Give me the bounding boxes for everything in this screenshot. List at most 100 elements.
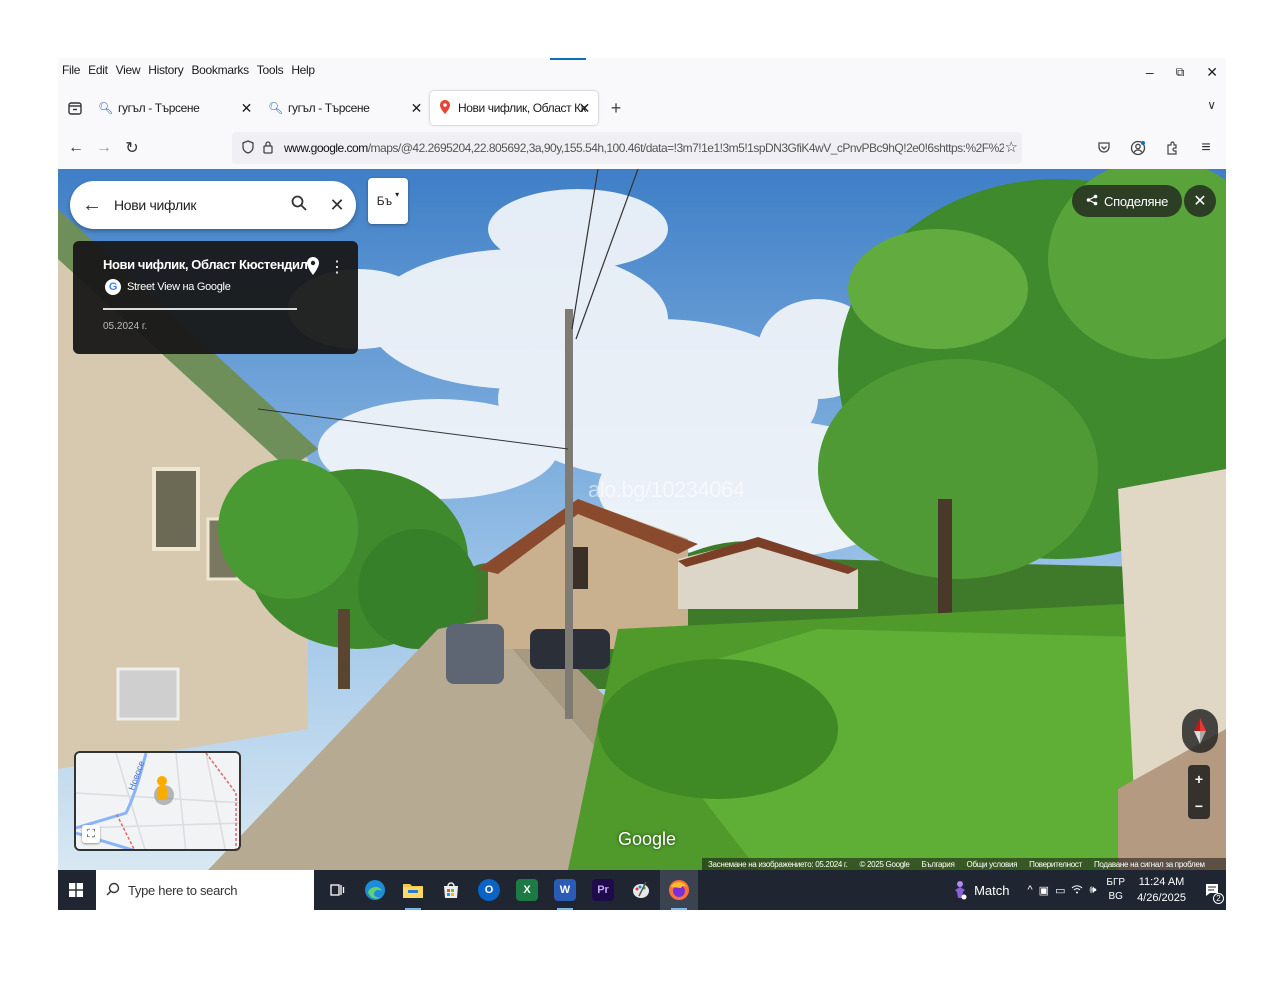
clear-search-icon[interactable]: ✕ — [318, 195, 356, 216]
lock-icon[interactable] — [258, 140, 278, 157]
search-icon: 🔍︎ — [98, 101, 113, 115]
taskbar-app-word[interactable]: W — [546, 870, 584, 910]
language-button[interactable]: Бъ ▾ — [368, 178, 408, 224]
zoom-in-button[interactable]: + — [1195, 771, 1203, 787]
attribution-country[interactable]: България — [922, 860, 955, 869]
taskbar-app-outlook[interactable]: O — [470, 870, 508, 910]
toolbar-right: ≡ — [1090, 134, 1220, 162]
attribution-privacy-link[interactable]: Поверителност — [1029, 860, 1082, 869]
compass-icon — [1194, 718, 1206, 744]
taskbar-app-excel[interactable]: X — [508, 870, 546, 910]
expand-map-icon[interactable]: ⛶ — [82, 825, 100, 843]
tab-close-icon[interactable]: ✕ — [579, 100, 591, 117]
taskbar-app-file-explorer[interactable] — [394, 870, 432, 910]
divider — [103, 308, 297, 310]
street-view-panorama[interactable]: ← Нови чифлик ✕ Бъ ▾ Нови чифлик, Област… — [58, 169, 1226, 870]
menu-history[interactable]: History — [144, 63, 187, 77]
close-window-button[interactable]: ✕ — [1206, 64, 1218, 81]
menu-bookmarks[interactable]: Bookmarks — [187, 63, 252, 77]
edge-icon — [365, 880, 385, 900]
share-button[interactable]: Споделяне — [1072, 185, 1183, 217]
account-icon[interactable] — [1124, 134, 1152, 162]
back-arrow-icon[interactable]: ← — [70, 194, 114, 217]
more-options-icon[interactable]: ⋮ — [329, 257, 345, 277]
browser-window: File Edit View History Bookmarks Tools H… — [58, 58, 1226, 910]
start-button[interactable] — [58, 870, 94, 910]
source-label: Street View на Google — [127, 281, 231, 293]
taskbar-search-box[interactable]: Type here to search — [96, 870, 314, 910]
attribution-terms-link[interactable]: Общи условия — [967, 860, 1018, 869]
taskbar-app-firefox[interactable] — [660, 870, 698, 910]
bookmark-star-icon[interactable]: ☆ — [1005, 138, 1018, 156]
menu-view[interactable]: View — [112, 63, 145, 77]
search-icon: 🔍︎ — [268, 101, 283, 115]
excel-icon: X — [516, 879, 538, 901]
forward-arrow-icon[interactable]: → — [90, 134, 118, 162]
attribution-capture-date: Заснемане на изображението: 05.2024 г. — [708, 859, 848, 869]
tab-streetview[interactable]: Нови чифлик, Област Кюстенд ✕ — [430, 91, 598, 125]
capture-date[interactable]: 05.2024 г. — [103, 321, 147, 332]
reload-icon[interactable]: ↻ — [118, 134, 146, 162]
taskbar-app-edge[interactable] — [356, 870, 394, 910]
notifications-button[interactable]: 2 — [1198, 870, 1226, 910]
tab-title: гугъл - Търсене — [118, 101, 200, 115]
mini-map[interactable]: Новосе ⛶ — [74, 751, 241, 851]
close-street-view-button[interactable]: ✕ — [1184, 185, 1216, 217]
watermark-text: alo.bg/10234064 — [588, 477, 745, 502]
paint-icon — [633, 881, 649, 898]
taskbar-app-paint[interactable] — [622, 870, 660, 910]
restore-button[interactable]: ⧉ — [1176, 65, 1185, 80]
task-view-icon — [330, 884, 345, 896]
wifi-icon[interactable] — [1071, 884, 1083, 897]
clock[interactable]: 11:24 AM 4/26/2025 — [1137, 874, 1186, 906]
compass-button[interactable] — [1182, 709, 1218, 753]
extensions-icon[interactable] — [1158, 134, 1186, 162]
hamburger-menu-icon[interactable]: ≡ — [1192, 134, 1220, 162]
new-tab-button[interactable]: + — [602, 98, 630, 119]
location-pin-icon[interactable] — [307, 257, 319, 280]
window-controls: – ⧉ ✕ — [1146, 58, 1218, 86]
address-bar[interactable]: www.google.com/maps/@42.2695204,22.80569… — [232, 132, 1022, 164]
tab-search-2[interactable]: 🔍︎ гугъл - Търсене ✕ — [260, 91, 430, 125]
running-indicator — [405, 908, 421, 910]
running-indicator — [671, 908, 687, 910]
menu-file[interactable]: File — [58, 63, 84, 77]
task-view-button[interactable] — [318, 870, 356, 910]
imagery-source: G Street View на Google — [105, 279, 231, 295]
shield-icon[interactable] — [238, 139, 258, 157]
tray-app-icon[interactable]: ▣ — [1039, 884, 1049, 897]
attribution-bar: Заснемане на изображението: 05.2024 г. ©… — [702, 858, 1226, 870]
taskbar-app-premiere[interactable]: Pr — [584, 870, 622, 910]
chevron-down-icon[interactable]: ∨ — [1207, 98, 1216, 112]
search-input[interactable]: Нови чифлик — [114, 197, 280, 213]
menu-tools[interactable]: Tools — [253, 63, 288, 77]
url-text[interactable]: www.google.com/maps/@42.2695204,22.80569… — [284, 141, 1004, 155]
input-language[interactable]: БГР BG — [1106, 876, 1125, 904]
battery-icon[interactable]: ▭ — [1055, 884, 1065, 897]
place-title[interactable]: Нови чифлик, Област Кюстендил — [103, 257, 308, 272]
pocket-icon[interactable] — [1090, 134, 1118, 162]
caret-down-icon: ▾ — [395, 189, 400, 199]
url-path: /maps/@42.2695204,22.805692,3a,90y,155.5… — [367, 141, 1004, 155]
tab-close-icon[interactable]: ✕ — [411, 100, 423, 117]
menu-help[interactable]: Help — [287, 63, 318, 77]
chevron-up-icon[interactable]: ^ — [1027, 884, 1032, 896]
menu-edit[interactable]: Edit — [84, 63, 111, 77]
attribution-report-link[interactable]: Подаване на сигнал за проблем — [1094, 860, 1205, 869]
clock-date: 4/26/2025 — [1137, 892, 1186, 904]
tab-search-1[interactable]: 🔍︎ гугъл - Търсене ✕ — [90, 91, 260, 125]
tab-close-icon[interactable]: ✕ — [241, 100, 253, 117]
search-icon[interactable] — [280, 195, 318, 216]
language-code: БГР — [1106, 877, 1126, 888]
volume-icon[interactable]: 🕪︎ — [1089, 884, 1096, 897]
tab-list-button[interactable] — [60, 93, 90, 123]
pegman-icon[interactable] — [157, 776, 167, 800]
folder-icon — [403, 884, 423, 898]
weather-widget[interactable]: Match — [952, 880, 1009, 900]
tab-title: Нови чифлик, Област Кюстенд — [458, 101, 586, 115]
back-arrow-icon[interactable]: ← — [62, 134, 90, 162]
zoom-out-button[interactable]: − — [1195, 798, 1203, 814]
google-logo: Google — [618, 829, 677, 849]
minimize-button[interactable]: – — [1146, 64, 1154, 80]
taskbar-app-store[interactable] — [432, 870, 470, 910]
